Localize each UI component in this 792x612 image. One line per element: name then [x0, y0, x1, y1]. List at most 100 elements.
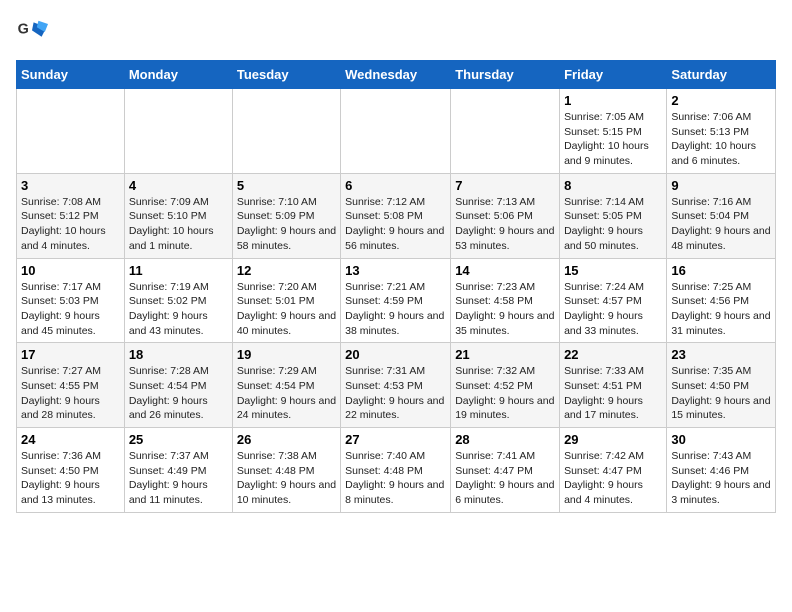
calendar-cell: 19Sunrise: 7:29 AM Sunset: 4:54 PM Dayli…: [232, 343, 340, 428]
day-number: 14: [455, 263, 555, 278]
calendar-cell: 27Sunrise: 7:40 AM Sunset: 4:48 PM Dayli…: [341, 428, 451, 513]
calendar-cell: 24 Sunrise: 7:36 AM Sunset: 4:50 PM Dayli…: [17, 428, 125, 513]
day-info: Sunrise: 7:33 AM Sunset: 4:51 PM Dayligh…: [564, 364, 662, 423]
day-number: 5: [237, 178, 336, 193]
day-number: 22: [564, 347, 662, 362]
calendar-week-1: 3 Sunrise: 7:08 AM Sunset: 5:12 PM Daylig…: [17, 173, 776, 258]
day-number: 20: [345, 347, 446, 362]
calendar-cell: [232, 89, 340, 174]
day-number: 25: [129, 432, 228, 447]
day-number: 26: [237, 432, 336, 447]
calendar-header-wednesday: Wednesday: [341, 61, 451, 89]
day-info: Sunrise: 7:05 AM Sunset: 5:15 PM Dayligh…: [564, 110, 662, 169]
day-number: 30: [671, 432, 771, 447]
calendar-cell: [124, 89, 232, 174]
day-number: 24: [21, 432, 120, 447]
calendar-cell: [451, 89, 560, 174]
day-info: Sunrise: 7:16 AM Sunset: 5:04 PM Dayligh…: [671, 195, 771, 254]
calendar-cell: 22 Sunrise: 7:33 AM Sunset: 4:51 PM Dayli…: [560, 343, 667, 428]
day-info: Sunrise: 7:28 AM Sunset: 4:54 PM Dayligh…: [129, 364, 228, 423]
day-info: Sunrise: 7:09 AM Sunset: 5:10 PM Dayligh…: [129, 195, 228, 254]
calendar-week-2: 10Sunrise: 7:17 AM Sunset: 5:03 PM Dayli…: [17, 258, 776, 343]
day-number: 2: [671, 93, 771, 108]
day-info: Sunrise: 7:37 AM Sunset: 4:49 PM Dayligh…: [129, 449, 228, 508]
day-number: 11: [129, 263, 228, 278]
calendar-header-saturday: Saturday: [667, 61, 776, 89]
day-info: Sunrise: 7:10 AM Sunset: 5:09 PM Dayligh…: [237, 195, 336, 254]
calendar-body: 1 Sunrise: 7:05 AM Sunset: 5:15 PM Daylig…: [17, 89, 776, 513]
day-info: Sunrise: 7:31 AM Sunset: 4:53 PM Dayligh…: [345, 364, 446, 423]
day-info: Sunrise: 7:24 AM Sunset: 4:57 PM Dayligh…: [564, 280, 662, 339]
calendar-cell: [341, 89, 451, 174]
day-number: 16: [671, 263, 771, 278]
day-info: Sunrise: 7:13 AM Sunset: 5:06 PM Dayligh…: [455, 195, 555, 254]
svg-text:G: G: [18, 22, 29, 38]
calendar-cell: 23 Sunrise: 7:35 AM Sunset: 4:50 PM Dayli…: [667, 343, 776, 428]
calendar-cell: 17Sunrise: 7:27 AM Sunset: 4:55 PM Dayli…: [17, 343, 125, 428]
day-info: Sunrise: 7:23 AM Sunset: 4:58 PM Dayligh…: [455, 280, 555, 339]
calendar-cell: 29Sunrise: 7:42 AM Sunset: 4:47 PM Dayli…: [560, 428, 667, 513]
calendar-week-3: 17Sunrise: 7:27 AM Sunset: 4:55 PM Dayli…: [17, 343, 776, 428]
day-info: Sunrise: 7:20 AM Sunset: 5:01 PM Dayligh…: [237, 280, 336, 339]
day-info: Sunrise: 7:29 AM Sunset: 4:54 PM Dayligh…: [237, 364, 336, 423]
day-info: Sunrise: 7:32 AM Sunset: 4:52 PM Dayligh…: [455, 364, 555, 423]
calendar-cell: 30 Sunrise: 7:43 AM Sunset: 4:46 PM Dayli…: [667, 428, 776, 513]
day-info: Sunrise: 7:38 AM Sunset: 4:48 PM Dayligh…: [237, 449, 336, 508]
calendar-header-monday: Monday: [124, 61, 232, 89]
calendar-header-thursday: Thursday: [451, 61, 560, 89]
day-number: 28: [455, 432, 555, 447]
day-info: Sunrise: 7:12 AM Sunset: 5:08 PM Dayligh…: [345, 195, 446, 254]
day-number: 17: [21, 347, 120, 362]
calendar-cell: 13 Sunrise: 7:21 AM Sunset: 4:59 PM Dayli…: [341, 258, 451, 343]
calendar-cell: 5 Sunrise: 7:10 AM Sunset: 5:09 PM Daylig…: [232, 173, 340, 258]
day-info: Sunrise: 7:36 AM Sunset: 4:50 PM Dayligh…: [21, 449, 120, 508]
calendar-cell: 1 Sunrise: 7:05 AM Sunset: 5:15 PM Daylig…: [560, 89, 667, 174]
calendar-cell: 11 Sunrise: 7:19 AM Sunset: 5:02 PM Dayli…: [124, 258, 232, 343]
calendar-header-friday: Friday: [560, 61, 667, 89]
day-number: 13: [345, 263, 446, 278]
day-info: Sunrise: 7:43 AM Sunset: 4:46 PM Dayligh…: [671, 449, 771, 508]
calendar-cell: 4Sunrise: 7:09 AM Sunset: 5:10 PM Daylig…: [124, 173, 232, 258]
calendar-week-4: 24 Sunrise: 7:36 AM Sunset: 4:50 PM Dayli…: [17, 428, 776, 513]
day-number: 27: [345, 432, 446, 447]
calendar-cell: 6 Sunrise: 7:12 AM Sunset: 5:08 PM Daylig…: [341, 173, 451, 258]
day-number: 15: [564, 263, 662, 278]
day-info: Sunrise: 7:19 AM Sunset: 5:02 PM Dayligh…: [129, 280, 228, 339]
day-info: Sunrise: 7:25 AM Sunset: 4:56 PM Dayligh…: [671, 280, 771, 339]
calendar-cell: 26 Sunrise: 7:38 AM Sunset: 4:48 PM Dayli…: [232, 428, 340, 513]
day-number: 12: [237, 263, 336, 278]
day-info: Sunrise: 7:17 AM Sunset: 5:03 PM Dayligh…: [21, 280, 120, 339]
day-number: 18: [129, 347, 228, 362]
calendar-cell: 15 Sunrise: 7:24 AM Sunset: 4:57 PM Dayli…: [560, 258, 667, 343]
day-info: Sunrise: 7:14 AM Sunset: 5:05 PM Dayligh…: [564, 195, 662, 254]
calendar-header-row: SundayMondayTuesdayWednesdayThursdayFrid…: [17, 61, 776, 89]
day-number: 3: [21, 178, 120, 193]
day-info: Sunrise: 7:35 AM Sunset: 4:50 PM Dayligh…: [671, 364, 771, 423]
day-info: Sunrise: 7:06 AM Sunset: 5:13 PM Dayligh…: [671, 110, 771, 169]
day-number: 7: [455, 178, 555, 193]
day-number: 6: [345, 178, 446, 193]
day-number: 23: [671, 347, 771, 362]
day-number: 1: [564, 93, 662, 108]
logo: G: [16, 16, 52, 48]
logo-icon: G: [16, 16, 48, 48]
calendar-cell: [17, 89, 125, 174]
calendar-cell: 16 Sunrise: 7:25 AM Sunset: 4:56 PM Dayli…: [667, 258, 776, 343]
page-header: G: [16, 16, 776, 48]
day-number: 9: [671, 178, 771, 193]
calendar-cell: 28 Sunrise: 7:41 AM Sunset: 4:47 PM Dayli…: [451, 428, 560, 513]
day-info: Sunrise: 7:21 AM Sunset: 4:59 PM Dayligh…: [345, 280, 446, 339]
calendar-cell: 3 Sunrise: 7:08 AM Sunset: 5:12 PM Daylig…: [17, 173, 125, 258]
day-info: Sunrise: 7:08 AM Sunset: 5:12 PM Dayligh…: [21, 195, 120, 254]
day-number: 8: [564, 178, 662, 193]
day-number: 29: [564, 432, 662, 447]
day-info: Sunrise: 7:41 AM Sunset: 4:47 PM Dayligh…: [455, 449, 555, 508]
calendar-header-tuesday: Tuesday: [232, 61, 340, 89]
calendar-cell: 8 Sunrise: 7:14 AM Sunset: 5:05 PM Daylig…: [560, 173, 667, 258]
calendar-cell: 2 Sunrise: 7:06 AM Sunset: 5:13 PM Daylig…: [667, 89, 776, 174]
calendar-table: SundayMondayTuesdayWednesdayThursdayFrid…: [16, 60, 776, 513]
calendar-cell: 9 Sunrise: 7:16 AM Sunset: 5:04 PM Daylig…: [667, 173, 776, 258]
calendar-cell: 14 Sunrise: 7:23 AM Sunset: 4:58 PM Dayli…: [451, 258, 560, 343]
calendar-week-0: 1 Sunrise: 7:05 AM Sunset: 5:15 PM Daylig…: [17, 89, 776, 174]
calendar-cell: 7 Sunrise: 7:13 AM Sunset: 5:06 PM Daylig…: [451, 173, 560, 258]
